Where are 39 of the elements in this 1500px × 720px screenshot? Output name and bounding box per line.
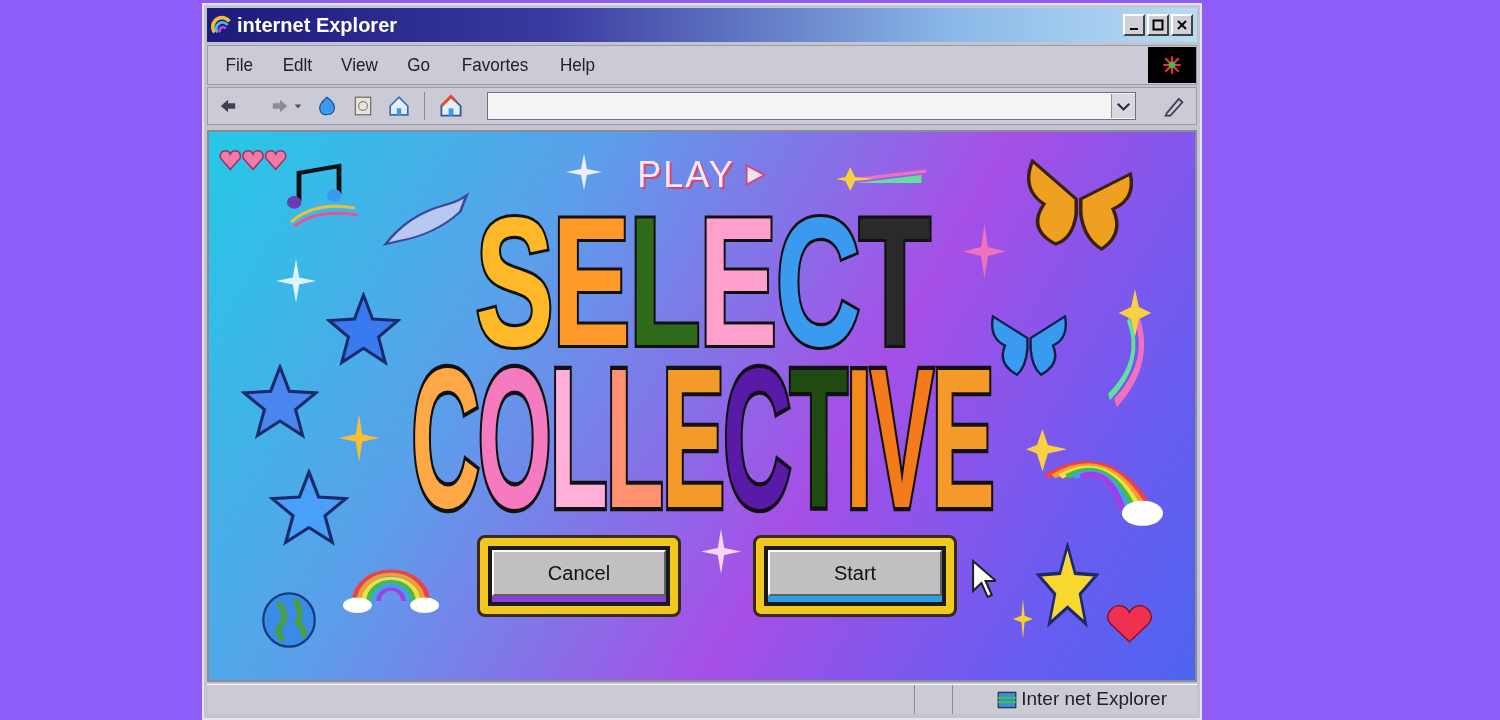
home-icon[interactable] (439, 94, 463, 118)
back-arrow-icon[interactable] (218, 97, 238, 115)
dialog-button[interactable]: Start (768, 550, 942, 596)
menu-item[interactable]: View (334, 50, 386, 80)
sparkle-icon (566, 154, 602, 190)
globe-icon (261, 591, 317, 649)
sparkle-icon (339, 414, 379, 462)
throbber-logo-icon (1148, 47, 1196, 83)
close-icon (1176, 19, 1188, 31)
address-field[interactable] (487, 92, 1136, 120)
menu-item[interactable]: Go (400, 50, 438, 80)
sparkle-icon (701, 529, 741, 574)
star-icon (269, 469, 349, 547)
play-label: PLAY (637, 153, 735, 197)
hearts-icon (219, 147, 287, 171)
window-title: internet Explorer (237, 13, 398, 38)
star-icon (241, 364, 319, 440)
close-button[interactable] (1171, 14, 1193, 36)
sparkle-icon (276, 259, 316, 303)
star-icon (326, 292, 401, 367)
sparkle-icon (963, 224, 1006, 279)
menu-item[interactable]: File (218, 50, 261, 80)
cursor-icon (971, 559, 996, 599)
star-icon (1036, 542, 1099, 629)
menu-item[interactable]: Favortes (454, 50, 535, 80)
document-icon[interactable] (352, 94, 374, 118)
minimize-button[interactable] (1123, 14, 1145, 36)
caret-icon[interactable] (294, 102, 302, 110)
menu-item[interactable]: Edlt (275, 50, 319, 80)
dialog-button[interactable]: Cancel (492, 550, 666, 596)
menu-item[interactable]: Help (552, 50, 602, 80)
heart-icon (1106, 602, 1153, 644)
maximize-button[interactable] (1147, 14, 1169, 36)
browser-logo-icon (211, 14, 233, 36)
status-text: Inter net Explorer (1021, 687, 1167, 712)
home-icon[interactable] (388, 94, 410, 118)
chevron-down-icon[interactable] (1111, 94, 1135, 118)
maximize-icon (1152, 19, 1164, 31)
minimize-icon (1130, 28, 1138, 30)
